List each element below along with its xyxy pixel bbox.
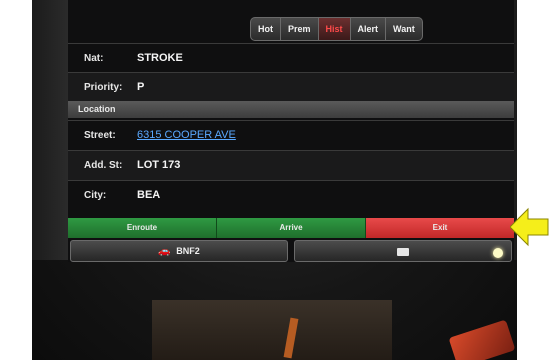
additional-street-row: Add. St: LOT 173 <box>68 150 514 181</box>
status-light <box>493 248 503 258</box>
city-row: City: BEA <box>68 180 514 211</box>
city-value: BEA <box>137 189 161 201</box>
tab-alert[interactable]: Alert <box>349 17 386 41</box>
city-label: City: <box>84 190 107 201</box>
tab-hot[interactable]: Hot <box>250 17 280 41</box>
tab-want[interactable]: Want <box>385 17 423 41</box>
tab-hist[interactable]: Hist <box>317 17 350 41</box>
yellow-arrow-icon <box>510 207 549 247</box>
messages-button[interactable] <box>294 240 512 262</box>
priority-row: Priority: P <box>68 72 514 103</box>
nature-row: Nat: STROKE <box>68 43 514 74</box>
priority-value: P <box>137 81 145 93</box>
history-tab-bar: Hot Prem Hist Alert Want <box>250 17 423 41</box>
unit-button[interactable]: 🚗 BNF2 <box>70 240 288 262</box>
tab-prem[interactable]: Prem <box>280 17 318 41</box>
street-label: Street: <box>84 130 116 141</box>
monitor-mount <box>152 300 392 360</box>
unit-label: BNF2 <box>176 246 200 256</box>
photo-background: Hot Prem Hist Alert Want Nat: STROKE Pri… <box>32 0 517 360</box>
nature-value: STROKE <box>137 52 183 64</box>
priority-label: Priority: <box>84 82 123 93</box>
location-section-header: Location <box>68 101 514 118</box>
nature-label: Nat: <box>84 53 104 64</box>
bottom-toolbar: 🚗 BNF2 <box>70 240 512 262</box>
status-action-bar: Enroute Arrive Exit <box>68 218 514 238</box>
additional-street-label: Add. St: <box>84 160 123 171</box>
vehicle-icon: 🚗 <box>158 245 171 257</box>
enroute-button[interactable]: Enroute <box>68 218 217 238</box>
arrive-button[interactable]: Arrive <box>217 218 366 238</box>
red-device <box>448 319 516 360</box>
street-row: Street: 6315 COOPER AVE <box>68 120 514 151</box>
exit-button[interactable]: Exit <box>366 218 514 238</box>
envelope-icon <box>397 247 409 256</box>
monitor-bezel-left <box>32 0 68 260</box>
street-address-link[interactable]: 6315 COOPER AVE <box>137 129 236 141</box>
additional-street-value: LOT 173 <box>137 159 181 171</box>
mdt-screen: Hot Prem Hist Alert Want Nat: STROKE Pri… <box>68 0 514 262</box>
